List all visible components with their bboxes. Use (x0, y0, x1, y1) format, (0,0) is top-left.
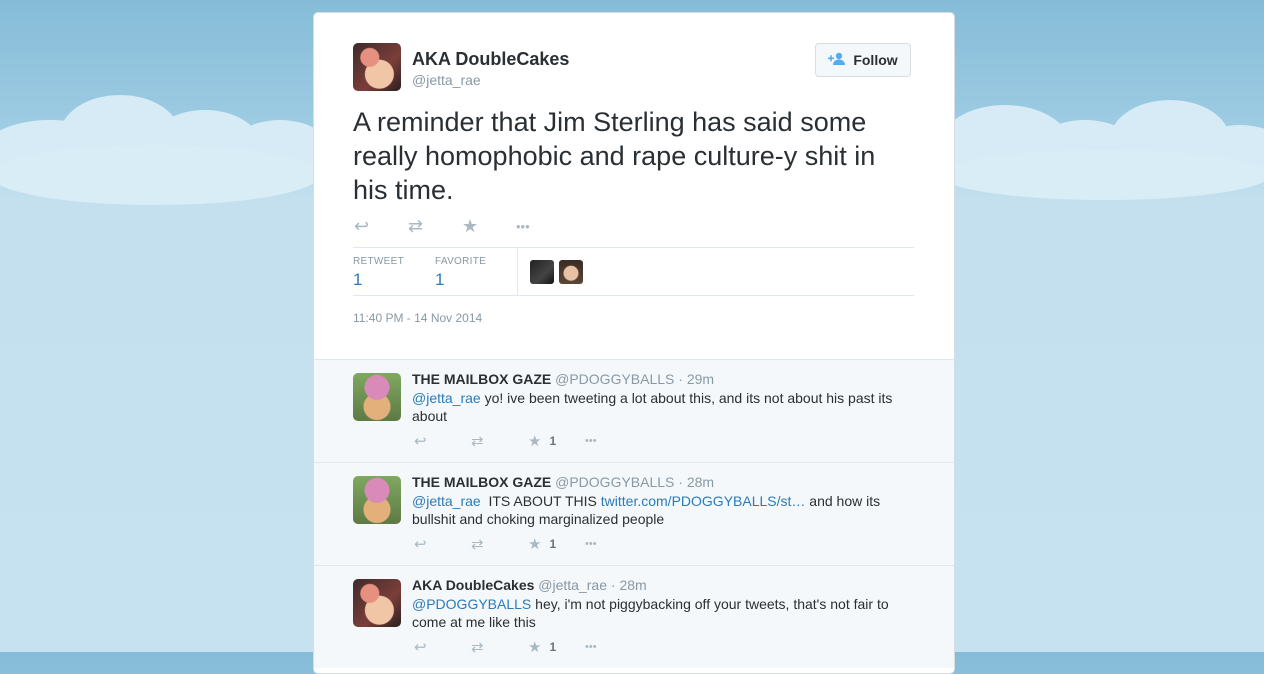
tweet-text: A reminder that Jim Sterling has said so… (353, 107, 876, 205)
reply-author-handle[interactable]: @PDOGGYBALLS (555, 371, 674, 387)
reply-header: THE MAILBOX GAZE @PDOGGYBALLS · 29m (412, 371, 714, 387)
favoriter-avatar[interactable] (559, 260, 583, 284)
reply-author-name[interactable]: THE MAILBOX GAZE (412, 474, 551, 490)
reply-tweet[interactable]: THE MAILBOX GAZE @PDOGGYBALLS · 28m @jet… (314, 462, 954, 565)
mention-link[interactable]: @jetta_rae (412, 390, 481, 406)
reply-body: ITS ABOUT THIS (480, 493, 601, 509)
reply-time[interactable]: · 28m (611, 577, 647, 593)
favorite-icon[interactable]: ★ 1 (528, 535, 585, 553)
reply-time[interactable]: · 29m (678, 371, 714, 387)
tweet-stats: RETWEET 1 FAVORITE 1 (353, 247, 914, 296)
reply-header: THE MAILBOX GAZE @PDOGGYBALLS · 28m (412, 474, 714, 490)
favorite-icon[interactable]: ★ (462, 216, 516, 238)
reply-body: yo! ive been tweeting a lot about this, … (412, 390, 893, 424)
mention-link[interactable]: @PDOGGYBALLS (412, 596, 531, 612)
reply-header: AKA DoubleCakes @jetta_rae · 28m (412, 577, 647, 593)
follow-label: Follow (853, 52, 898, 68)
favorite-icon[interactable]: ★ 1 (528, 432, 585, 450)
retweet-count: 1 (353, 270, 363, 289)
retweet-icon[interactable]: ⇄ (471, 432, 528, 450)
mention-link[interactable]: @jetta_rae (412, 493, 481, 509)
url-link[interactable]: twitter.com/PDOGGYBALLS/st… (601, 493, 806, 509)
retweet-icon[interactable]: ⇄ (471, 535, 528, 553)
favorite-stat[interactable]: FAVORITE 1 (435, 256, 486, 290)
add-user-icon (828, 52, 846, 69)
favorite-stat-label: FAVORITE (435, 256, 487, 267)
author-handle[interactable]: @jetta_rae (412, 72, 481, 88)
reply-actions: ↩ ⇄ ★ 1 ••• (414, 638, 642, 656)
favorite-count: 1 (435, 270, 445, 289)
more-icon[interactable]: ••• (585, 435, 642, 447)
reply-avatar[interactable] (353, 579, 401, 627)
reply-icon[interactable]: ↩ (414, 535, 471, 553)
more-icon[interactable]: ••• (585, 538, 642, 550)
reply-icon[interactable]: ↩ (414, 432, 471, 450)
favoriter-avatar[interactable] (530, 260, 554, 284)
reply-list: THE MAILBOX GAZE @PDOGGYBALLS · 29m @jet… (314, 359, 954, 668)
reply-author-name[interactable]: THE MAILBOX GAZE (412, 371, 551, 387)
reply-text: @PDOGGYBALLS hey, i'm not piggybacking o… (412, 595, 912, 631)
tweet-actions: ↩ ⇄ ★ ••• (354, 216, 570, 238)
reply-avatar[interactable] (353, 476, 401, 524)
retweet-stat-label: RETWEET (353, 256, 404, 267)
retweet-icon[interactable]: ⇄ (408, 216, 462, 238)
favorite-count: 1 (549, 537, 557, 551)
retweet-icon[interactable]: ⇄ (471, 638, 528, 656)
reply-author-name[interactable]: AKA DoubleCakes (412, 577, 534, 593)
reply-actions: ↩ ⇄ ★ 1 ••• (414, 432, 642, 450)
author-avatar[interactable] (353, 43, 401, 91)
tweet-timestamp[interactable]: 11:40 PM - 14 Nov 2014 (353, 311, 482, 325)
more-icon[interactable]: ••• (585, 641, 642, 653)
reply-text: @jetta_rae ITS ABOUT THIS twitter.com/PD… (412, 492, 912, 528)
reply-author-handle[interactable]: @PDOGGYBALLS (555, 474, 674, 490)
reply-icon[interactable]: ↩ (414, 638, 471, 656)
author-name[interactable]: AKA DoubleCakes (412, 49, 569, 70)
favorite-icon[interactable]: ★ 1 (528, 638, 585, 656)
favorite-count: 1 (549, 434, 557, 448)
reply-text: @jetta_rae yo! ive been tweeting a lot a… (412, 389, 912, 425)
reply-author-handle[interactable]: @jetta_rae (538, 577, 607, 593)
reply-tweet[interactable]: THE MAILBOX GAZE @PDOGGYBALLS · 29m @jet… (314, 359, 954, 462)
reply-actions: ↩ ⇄ ★ 1 ••• (414, 535, 642, 553)
retweet-stat[interactable]: RETWEET 1 (353, 256, 404, 290)
reply-avatar[interactable] (353, 373, 401, 421)
follow-button[interactable]: Follow (815, 43, 911, 77)
tweet-card: AKA DoubleCakes @jetta_rae Follow A remi… (313, 12, 955, 674)
stats-divider (517, 248, 518, 295)
reply-tweet[interactable]: AKA DoubleCakes @jetta_rae · 28m @PDOGGY… (314, 565, 954, 668)
more-icon[interactable]: ••• (516, 216, 570, 238)
reply-time[interactable]: · 28m (678, 474, 714, 490)
reply-icon[interactable]: ↩ (354, 216, 408, 238)
